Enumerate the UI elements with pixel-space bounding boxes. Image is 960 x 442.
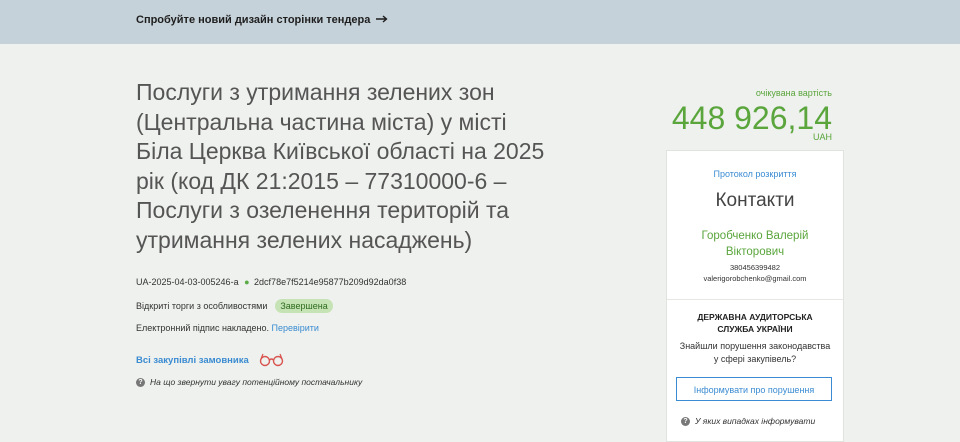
when-to-report-text: У яких випадках інформувати	[695, 416, 816, 426]
audit-question: Знайшли порушення законодавства у сфері …	[679, 341, 831, 364]
buyer-tenders-link[interactable]: Всі закупівлі замовника	[136, 355, 249, 366]
new-design-link[interactable]: Спробуйте новий дизайн сторінки тендера	[136, 14, 388, 26]
signature-text: Електронний підпис накладено.	[136, 323, 269, 333]
supplier-hint-text: На що звернути увагу потенційному постач…	[150, 377, 363, 387]
supplier-hint[interactable]: ? На що звернути увагу потенційному пост…	[136, 377, 362, 387]
design-banner: Спробуйте новий дизайн сторінки тендера	[0, 0, 960, 44]
contacts-title: Контакти	[715, 190, 795, 211]
expected-value-label: очікувана вартість	[755, 88, 832, 98]
tender-id-line: UA-2025-04-03-005246-a ● 2dcf78e7f5214e9…	[136, 277, 406, 287]
tender-hash: 2dcf78e7f5214e95877b209d92da0f38	[254, 277, 407, 287]
expected-value-amount: 448 926,14	[671, 100, 832, 136]
report-violation-button[interactable]: Інформувати про порушення	[676, 377, 832, 401]
verify-signature-link[interactable]: Перевірити	[271, 323, 318, 333]
contact-name: Горобченко Валерій Вікторович	[701, 230, 809, 258]
contact-email: valerigorobchenko@gmail.com	[703, 274, 807, 283]
procedure-line: Відкриті торги з особливостями Завершена	[136, 299, 333, 313]
opening-protocol-link[interactable]: Протокол розкриття	[667, 169, 843, 179]
glasses-icon[interactable]	[258, 353, 286, 372]
contacts-panel: Протокол розкриття Контакти Горобченко В…	[666, 150, 844, 442]
when-to-report-hint[interactable]: ? У яких випадках інформувати	[681, 416, 815, 426]
tender-id: UA-2025-04-03-005246-a	[136, 277, 239, 287]
tender-title: Послуги з утримання зелених зон (Централ…	[136, 79, 545, 253]
new-design-link-label: Спробуйте новий дизайн сторінки тендера	[136, 14, 371, 26]
status-badge: Завершена	[275, 299, 333, 313]
arrow-right-icon	[376, 14, 388, 26]
signature-line: Електронний підпис накладено. Перевірити	[136, 323, 319, 333]
divider	[667, 299, 843, 300]
expected-value-currency: UAH	[812, 132, 832, 142]
contact-phone: 380456399482	[729, 263, 781, 272]
audit-service-name: ДЕРЖАВНА АУДИТОРСЬКА СЛУЖБА УКРАЇНИ	[697, 312, 813, 334]
procedure-type: Відкриті торги з особливостями	[136, 301, 268, 311]
question-icon: ?	[136, 377, 145, 387]
question-icon: ?	[681, 416, 690, 426]
status-dot-icon: ●	[244, 277, 250, 287]
